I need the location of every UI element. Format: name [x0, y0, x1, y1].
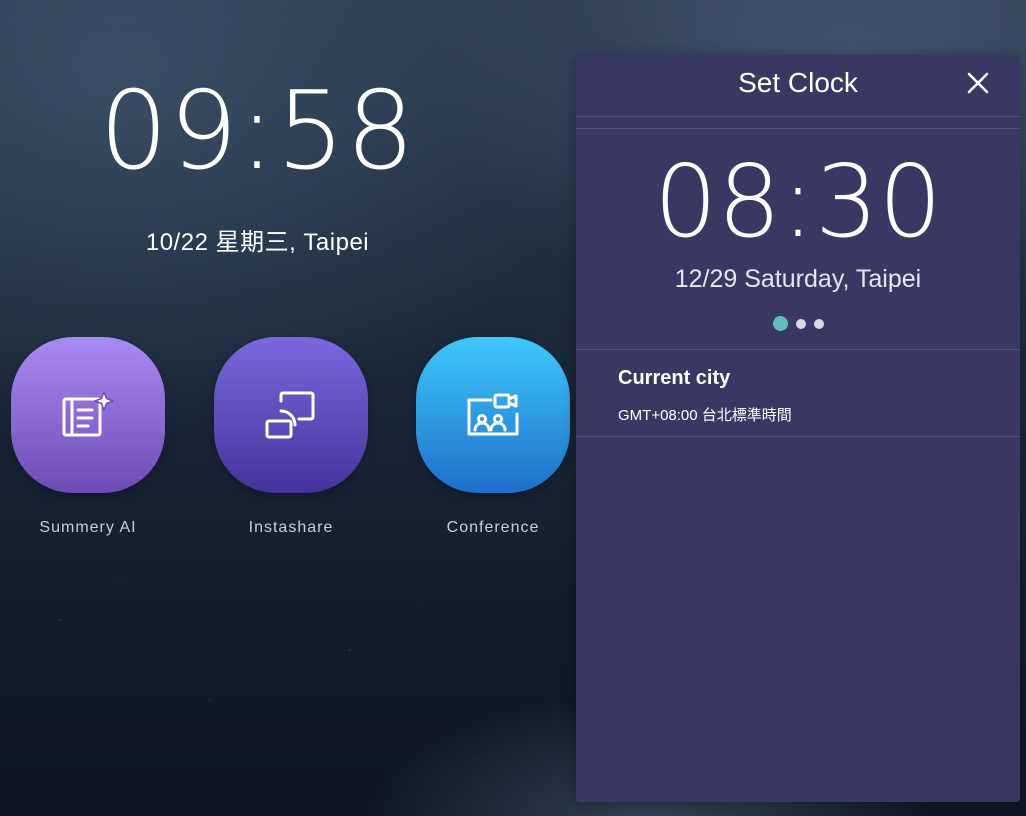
home-clock-time: 09:58	[99, 69, 416, 194]
app-conference[interactable]: Conference	[415, 337, 571, 537]
current-city-row[interactable]: Current city GMT+08:00 台北標準時間	[576, 349, 1020, 435]
page-dot-3[interactable]	[813, 318, 824, 329]
screen-cast-icon[interactable]	[214, 337, 368, 493]
video-conference-icon[interactable]	[416, 337, 570, 493]
close-button[interactable]	[964, 69, 992, 97]
close-icon	[967, 72, 989, 94]
summary-ai-icon[interactable]	[11, 337, 165, 493]
current-city-value: GMT+08:00 台北標準時間	[618, 407, 792, 424]
page-dot-2[interactable]	[795, 318, 806, 329]
world-clock-time: 08:30	[653, 143, 943, 260]
app-summary-ai[interactable]: Summery AI	[10, 337, 166, 537]
app-label-summary-ai: Summery AI	[39, 519, 137, 536]
panel-title: Set Clock	[738, 67, 858, 98]
app-label-instashare: Instashare	[248, 519, 334, 536]
header-divider-top	[576, 116, 1020, 117]
set-clock-panel: Set Clock 08:30 12/29 Saturday, Taipei C…	[576, 55, 1020, 802]
current-city-label: Current city	[618, 367, 731, 389]
app-instashare[interactable]: Instashare	[213, 337, 369, 537]
header-divider-bottom	[576, 128, 1020, 129]
current-city-divider	[576, 436, 1020, 437]
app-label-conference: Conference	[446, 519, 540, 536]
page-indicator[interactable]	[576, 316, 1020, 331]
home-clock-date: 10/22 星期三, Taipei	[145, 229, 370, 256]
world-clock-date: 12/29 Saturday, Taipei	[674, 265, 922, 293]
page-dot-1[interactable]	[772, 316, 788, 331]
panel-header: Set Clock	[576, 55, 1020, 115]
desktop-background: 09:58 10/22 星期三, Taipei Summery AI Insta…	[0, 0, 1026, 816]
